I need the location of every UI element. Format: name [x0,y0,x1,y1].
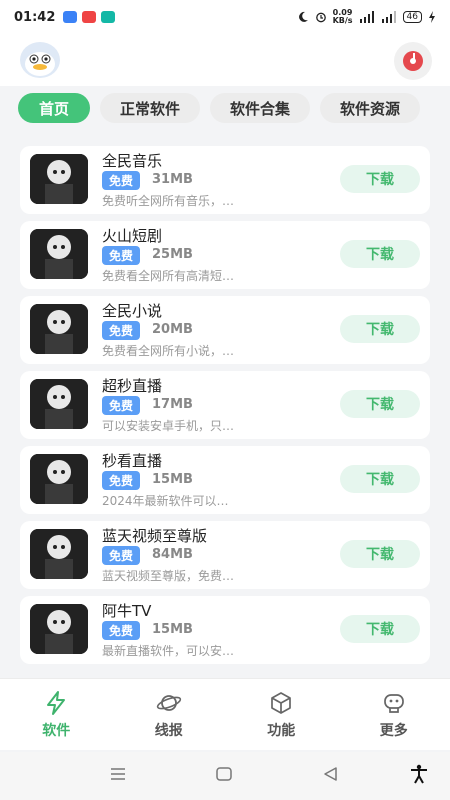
app-description: 2024年最新软件可以… [102,494,229,508]
charging-icon [429,11,435,23]
category-tabs: 首页 正常软件 软件合集 软件资源 [0,88,450,128]
app-title: 超秒直播 [102,377,163,395]
nav-label: 线报 [154,722,183,739]
nav-label: 更多 [379,722,408,739]
nav-more[interactable]: 更多 [338,679,450,750]
app-description: 可以安装安卓手机，只… [102,419,235,433]
signal-icon [359,11,374,23]
nav-label: 软件 [42,722,71,739]
app-card[interactable]: 阿牛TV 免费 15MB 最新直播软件，可以安… 下载 [20,596,430,664]
free-badge: 免费 [102,621,140,640]
nav-features[interactable]: 功能 [225,679,338,750]
download-button[interactable]: 下载 [340,315,420,343]
battery-level: 46 [402,11,422,23]
status-right: 0.09 KB/s 46 [297,9,436,25]
app-thumbnail [30,229,88,279]
free-badge: 免费 [102,396,140,415]
free-badge: 免费 [102,546,140,565]
app-thumbnail [30,304,88,354]
app-size: 20MB [152,322,193,337]
robot-icon [383,693,404,713]
accessibility-icon[interactable] [410,764,428,784]
app-card[interactable]: 全民音乐 免费 31MB 免费听全网所有音乐，… 下载 [20,146,430,214]
app-card[interactable]: 秒看直播 免费 15MB 2024年最新软件可以… 下载 [20,446,430,514]
app-thumbnail [30,154,88,204]
dnd-moon-icon [298,11,308,22]
app-size: 17MB [152,397,193,412]
app-size: 15MB [152,472,193,487]
app-title: 全民音乐 [102,152,163,170]
notification-chat-icon [101,11,116,23]
net-speed: 0.09 KB/s [332,8,353,25]
lightning-icon [47,690,66,715]
download-button[interactable]: 下载 [340,165,420,193]
home-icon[interactable] [215,766,233,782]
menu-icon[interactable] [108,766,128,782]
download-button[interactable]: 下载 [340,240,420,268]
free-badge: 免费 [102,471,140,490]
app-description: 免费看全网所有小说，… [102,344,235,358]
app-thumbnail [30,604,88,654]
app-size: 31MB [152,172,193,187]
planet-icon [156,694,181,711]
app-title: 阿牛TV [102,602,152,620]
app-card[interactable]: 火山短剧 免费 25MB 免费看全网所有高清短… 下载 [20,221,430,289]
music-disc-icon [403,51,423,71]
free-badge: 免费 [102,171,140,190]
app-card[interactable]: 蓝天视频至尊版 免费 84MB 蓝天视频至尊版，免费… 下载 [20,521,430,589]
app-size: 15MB [152,622,193,637]
nav-software[interactable]: 软件 [0,679,113,750]
app-card[interactable]: 超秒直播 免费 17MB 可以安装安卓手机，只… 下载 [20,371,430,439]
alarm-icon [315,12,326,23]
cube-icon [271,691,292,714]
signal-2-icon [381,11,396,23]
free-badge: 免费 [102,246,140,265]
app-description: 蓝天视频至尊版，免费… [102,569,235,583]
app-description: 最新直播软件，可以安… [102,644,235,658]
download-button[interactable]: 下载 [340,615,420,643]
tab-software-resources[interactable]: 软件资源 [320,93,420,123]
download-button[interactable]: 下载 [340,465,420,493]
app-card[interactable]: 全民小说 免费 20MB 免费看全网所有小说，… 下载 [20,296,430,364]
back-icon[interactable] [322,766,340,782]
music-player-button[interactable] [394,42,432,80]
nav-label: 功能 [267,722,296,739]
notification-music-icon [82,11,97,23]
system-nav-bar [0,752,450,800]
tab-normal-software[interactable]: 正常软件 [100,93,200,123]
app-title: 火山短剧 [102,227,163,245]
app-description: 免费看全网所有高清短… [102,269,235,283]
app-thumbnail [30,379,88,429]
app-size: 84MB [152,547,193,562]
avatar[interactable] [20,42,60,78]
app-title: 全民小说 [102,302,163,320]
bottom-nav: 软件 线报 功能 更多 [0,678,450,750]
header [0,34,450,86]
download-button[interactable]: 下载 [340,540,420,568]
app-list: 全民音乐 免费 31MB 免费听全网所有音乐，… 下载 火山短剧 免费 25MB… [20,146,430,671]
tab-home[interactable]: 首页 [18,93,90,123]
nav-news[interactable]: 线报 [113,679,226,750]
app-title: 蓝天视频至尊版 [102,527,208,545]
tab-software-collection[interactable]: 软件合集 [210,93,310,123]
app-description: 免费听全网所有音乐，… [102,194,235,208]
app-thumbnail [30,454,88,504]
duck-avatar-icon [25,52,55,76]
status-bar: 01:42 0.09 KB/s 46 [0,0,450,34]
notification-app-icon [63,11,78,23]
app-size: 25MB [152,247,193,262]
status-time: 01:42 [14,9,56,25]
app-thumbnail [30,529,88,579]
free-badge: 免费 [102,321,140,340]
app-title: 秒看直播 [102,452,163,470]
download-button[interactable]: 下载 [340,390,420,418]
